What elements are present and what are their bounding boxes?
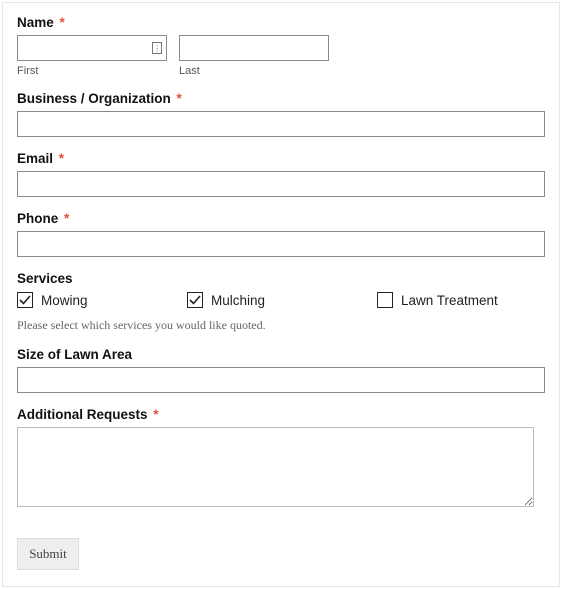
business-input[interactable]: [17, 111, 545, 137]
mulching-checkbox[interactable]: [187, 292, 203, 308]
lawn-size-label: Size of Lawn Area: [17, 347, 545, 362]
service-item-lawn-treatment: Lawn Treatment: [377, 292, 498, 308]
lawn-treatment-label: Lawn Treatment: [401, 293, 498, 308]
mowing-label: Mowing: [41, 293, 88, 308]
lawn-size-field-group: Size of Lawn Area: [17, 347, 545, 393]
name-field-group: Name * ⋮ First Last: [17, 15, 545, 77]
name-label: Name *: [17, 15, 545, 30]
services-field-group: Services Mowing Mulching Lawn Treatment …: [17, 271, 545, 333]
last-name-input[interactable]: [179, 35, 329, 61]
business-field-group: Business / Organization *: [17, 91, 545, 137]
phone-label-text: Phone: [17, 211, 58, 226]
last-name-col: Last: [179, 35, 329, 77]
email-label-text: Email: [17, 151, 53, 166]
email-input[interactable]: [17, 171, 545, 197]
required-marker: *: [59, 151, 64, 166]
services-row: Mowing Mulching Lawn Treatment: [17, 292, 545, 308]
phone-field-group: Phone *: [17, 211, 545, 257]
required-marker: *: [64, 211, 69, 226]
service-item-mowing: Mowing: [17, 292, 187, 308]
business-label: Business / Organization *: [17, 91, 545, 106]
services-label: Services: [17, 271, 545, 286]
phone-input[interactable]: [17, 231, 545, 257]
first-name-sublabel: First: [17, 65, 167, 77]
lawn-treatment-checkbox[interactable]: [377, 292, 393, 308]
required-marker: *: [153, 407, 158, 422]
additional-field-group: Additional Requests *: [17, 407, 545, 512]
additional-label-text: Additional Requests: [17, 407, 148, 422]
first-name-input-wrap: ⋮: [17, 35, 167, 61]
quote-form: Name * ⋮ First Last Business / Organizat…: [2, 2, 560, 587]
last-name-sublabel: Last: [179, 65, 329, 77]
email-field-group: Email *: [17, 151, 545, 197]
mowing-checkbox[interactable]: [17, 292, 33, 308]
required-marker: *: [177, 91, 182, 106]
name-label-text: Name: [17, 15, 54, 30]
name-row: ⋮ First Last: [17, 35, 545, 77]
phone-label: Phone *: [17, 211, 545, 226]
first-name-input[interactable]: [17, 35, 167, 61]
submit-button[interactable]: Submit: [17, 538, 79, 570]
services-helper-text: Please select which services you would l…: [17, 318, 545, 333]
business-label-text: Business / Organization: [17, 91, 171, 106]
first-name-col: ⋮ First: [17, 35, 167, 77]
additional-textarea[interactable]: [17, 427, 534, 507]
lawn-size-input[interactable]: [17, 367, 545, 393]
additional-label: Additional Requests *: [17, 407, 545, 422]
service-item-mulching: Mulching: [187, 292, 377, 308]
required-marker: *: [60, 15, 65, 30]
mulching-label: Mulching: [211, 293, 265, 308]
email-label: Email *: [17, 151, 545, 166]
